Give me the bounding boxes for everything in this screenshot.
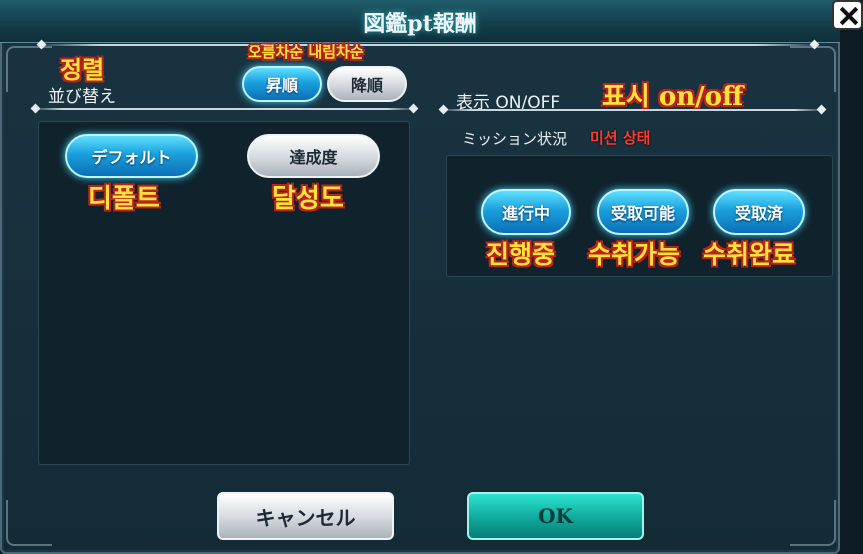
dialog-title: 図鑑pt報酬: [363, 11, 477, 37]
mission-status-kr: 미션 상태: [590, 129, 651, 147]
ok-button[interactable]: OK: [467, 492, 644, 540]
display-toggle-kr: 표시 on/off: [602, 82, 744, 112]
claimed-toggle[interactable]: 受取済: [713, 189, 805, 235]
divider: [32, 108, 417, 110]
divider: [38, 44, 818, 46]
sort-label: 並び替え: [48, 87, 116, 107]
default-sort-button[interactable]: デフォルト: [65, 134, 198, 178]
reward-dialog: 図鑑pt報酬 정렬 並び替え 오름차순 내림차순 昇順 降順 デフォルト 디폴트…: [0, 0, 840, 554]
in-progress-kr: 진행중: [486, 240, 556, 269]
claimable-toggle[interactable]: 受取可能: [597, 189, 689, 235]
ornament-icon: [6, 500, 52, 546]
sort-label-kr: 정렬: [60, 56, 105, 84]
title-bar: 図鑑pt報酬: [0, 0, 840, 43]
claimable-kr: 수취가능: [588, 240, 681, 269]
descending-button[interactable]: 降順: [327, 66, 407, 102]
ornament-icon: [790, 500, 836, 546]
achievement-sort-button[interactable]: 達成度: [247, 134, 380, 178]
divider: [440, 109, 825, 111]
ascending-button[interactable]: 昇順: [242, 66, 322, 102]
in-progress-toggle[interactable]: 進行中: [481, 189, 571, 235]
default-sort-kr: 디폴트: [88, 184, 160, 214]
ornament-icon: [6, 46, 52, 92]
achievement-sort-kr: 달성도: [272, 184, 344, 214]
close-icon[interactable]: [832, 0, 863, 30]
sort-order-kr: 오름차순 내림차순: [248, 43, 364, 61]
ornament-icon: [790, 46, 836, 92]
claimed-kr: 수취완료: [703, 240, 796, 269]
mission-status-label: ミッション状況: [462, 130, 568, 148]
cancel-button[interactable]: キャンセル: [217, 492, 394, 540]
